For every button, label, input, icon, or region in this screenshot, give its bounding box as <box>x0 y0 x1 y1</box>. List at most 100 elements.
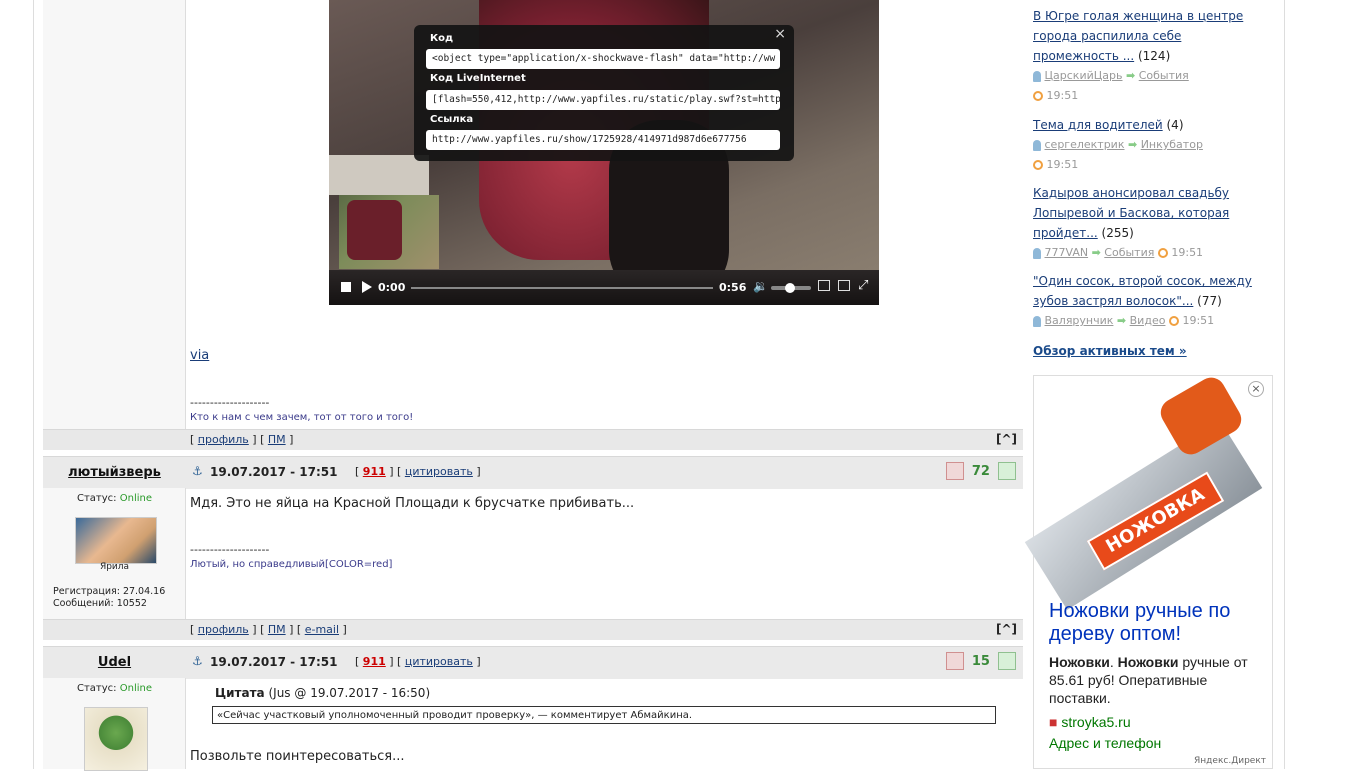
quote-text: «Сейчас участковый уполномоченный провод… <box>212 706 996 724</box>
post1-author-column <box>43 0 186 430</box>
thumbs-up-icon[interactable] <box>997 462 1016 480</box>
topic-item: Кадыров анонсировал свадьбу Лопыревой и … <box>1033 183 1268 243</box>
reg-value: 27.04.16 <box>122 586 166 597</box>
active-topics-overview-link[interactable]: Обзор активных тем » <box>1033 344 1187 358</box>
post2-footer-links: [ профиль ] [ ПМ ] [ e-mail ] <box>190 623 347 636</box>
avatar[interactable] <box>84 707 148 771</box>
arrow-right-icon: ➡ <box>1091 246 1101 259</box>
post1-body: via -------------------- Кто к нам с чем… <box>186 340 1023 430</box>
status-value: Online <box>119 683 152 694</box>
post2-author-column: Статус: Online Ярила Регистрация: 27.04.… <box>43 488 186 620</box>
quote-header: Цитата (Jus @ 19.07.2017 - 16:50) <box>215 686 430 700</box>
status-label: Статус: <box>77 493 117 504</box>
topic-time: 19:51 <box>1046 89 1079 102</box>
post3-status: Статус: Online <box>43 683 186 694</box>
ad-favicon-icon: ■ <box>1049 714 1058 730</box>
report-link[interactable]: 911 <box>363 465 386 478</box>
signature-text: Лютый, но справедливый[COLOR=red] <box>190 559 393 570</box>
topic-time: 19:51 <box>1046 158 1079 171</box>
quote-title: Цитата <box>215 686 265 700</box>
signature-divider: -------------------- <box>190 396 270 409</box>
arrow-right-icon: ➡ <box>1127 138 1138 151</box>
topic-count: (4) <box>1166 118 1184 132</box>
pm-link[interactable]: ПМ <box>268 623 286 636</box>
topic-meta: ЦарскийЦарь ➡ События 19:51 <box>1033 66 1189 106</box>
email-link[interactable]: e-mail <box>305 623 339 636</box>
thumbs-down-icon[interactable] <box>946 652 964 670</box>
arrow-right-icon: ➡ <box>1126 69 1136 82</box>
post3-author[interactable]: Udel <box>43 655 186 670</box>
quote-meta: (Jus @ 19.07.2017 - 16:50) <box>268 686 431 700</box>
anchor-icon[interactable]: ⚓ <box>192 654 203 668</box>
to-top-link[interactable]: [^] <box>996 622 1017 636</box>
post2-reg: Регистрация: 27.04.16 <box>53 586 165 597</box>
topic-forum-link[interactable]: Видео <box>1130 314 1166 327</box>
anchor-icon[interactable]: ⚓ <box>192 464 203 478</box>
profile-link[interactable]: профиль <box>198 433 249 446</box>
topic-meta: 777VAN ➡ События 19:51 <box>1033 243 1203 263</box>
signature-text: Кто к нам с чем зачем, тот от того и тог… <box>190 412 414 423</box>
user-icon <box>1033 139 1041 151</box>
post3-date: 19.07.2017 - 17:51 <box>210 655 338 669</box>
post1-footer: [ профиль ] [ ПМ ] [^] <box>43 429 1023 450</box>
thumbs-down-icon[interactable] <box>946 462 964 480</box>
avatar[interactable] <box>75 517 157 564</box>
clock-icon <box>1033 91 1043 101</box>
signature-divider: -------------------- <box>190 543 270 556</box>
post2-date: 19.07.2017 - 17:51 <box>210 465 338 479</box>
ad-body: Ножовки. Ножовки ручные от 85.61 руб! Оп… <box>1049 654 1248 706</box>
ad-provider[interactable]: Яндекс.Директ <box>1194 756 1266 766</box>
topic-time: 19:51 <box>1182 314 1215 327</box>
to-top-link[interactable]: [^] <box>996 432 1017 446</box>
topic-item: В Югре голая женщина в центре города рас… <box>1033 6 1268 66</box>
topic-count: (255) <box>1101 226 1134 240</box>
post2-count: Сообщений: 10552 <box>53 598 147 609</box>
post3-body: Цитата (Jus @ 19.07.2017 - 16:50) «Сейча… <box>186 678 1023 769</box>
user-icon <box>1033 315 1041 327</box>
quote-link[interactable]: цитировать <box>405 655 473 668</box>
ad-domain[interactable]: ■ stroyka5.ru <box>1049 714 1131 730</box>
pm-link[interactable]: ПМ <box>268 433 286 446</box>
ad-address-link[interactable]: Адрес и телефон <box>1049 735 1161 751</box>
via-link[interactable]: via <box>190 348 209 363</box>
topic-count: (77) <box>1197 294 1222 308</box>
post2-author[interactable]: лютыйзверь <box>43 465 186 480</box>
clock-icon <box>1168 316 1179 326</box>
arrow-right-icon: ➡ <box>1116 314 1127 327</box>
ad-saw-image[interactable]: НОЖОВКА <box>1024 372 1266 610</box>
topic-meta: сергелектрик ➡ Инкубатор 19:51 <box>1033 135 1203 175</box>
topic-user-link[interactable]: Валярунчик <box>1045 314 1114 327</box>
report-link[interactable]: 911 <box>363 655 386 668</box>
avatar-caption: Ярила <box>99 562 130 572</box>
post2-status: Статус: Online <box>43 493 186 504</box>
topic-link[interactable]: Тема для водителей <box>1033 118 1163 132</box>
topic-count: (124) <box>1137 49 1171 63</box>
ad-headline[interactable]: Ножовки ручные по дереву оптом! <box>1049 600 1269 646</box>
ad-domain-text: stroyka5.ru <box>1061 714 1131 730</box>
quote-link[interactable]: цитировать <box>405 465 473 478</box>
topic-time: 19:51 <box>1171 246 1204 259</box>
clock-icon <box>1157 248 1168 258</box>
post1-footer-links: [ профиль ] [ ПМ ] <box>190 433 294 446</box>
thumbs-up-icon[interactable] <box>997 652 1016 670</box>
post3-author-column: Статус: Online <box>43 678 186 771</box>
topic-user-link[interactable]: 777VAN <box>1045 246 1089 259</box>
topic-forum-link[interactable]: События <box>1104 246 1154 259</box>
post2-vote: 72 <box>946 462 1016 480</box>
post3-vote: 15 <box>946 652 1016 670</box>
profile-link[interactable]: профиль <box>198 623 249 636</box>
status-label: Статус: <box>77 683 117 694</box>
post2-header: лютыйзверь ⚓ 19.07.2017 - 17:51 [ 911 ] … <box>43 456 1023 489</box>
user-icon <box>1033 247 1041 259</box>
ad-body-bold: Ножовки <box>1117 654 1179 670</box>
topic-forum-link[interactable]: События <box>1139 69 1189 82</box>
post3-header: Udel ⚓ 19.07.2017 - 17:51 [ 911 ] [ цити… <box>43 646 1023 679</box>
posts-value: 10552 <box>116 598 147 609</box>
topic-user-link[interactable]: ЦарскийЦарь <box>1045 69 1123 82</box>
topic-forum-link[interactable]: Инкубатор <box>1141 138 1203 151</box>
forum-posts: via -------------------- Кто к нам с чем… <box>43 0 1023 771</box>
status-value: Online <box>119 493 152 504</box>
ad-block[interactable]: × НОЖОВКА Ножовки ручные по дереву оптом… <box>1024 372 1273 769</box>
topic-user-link[interactable]: сергелектрик <box>1045 138 1125 151</box>
post2-rating: 72 <box>971 463 990 479</box>
